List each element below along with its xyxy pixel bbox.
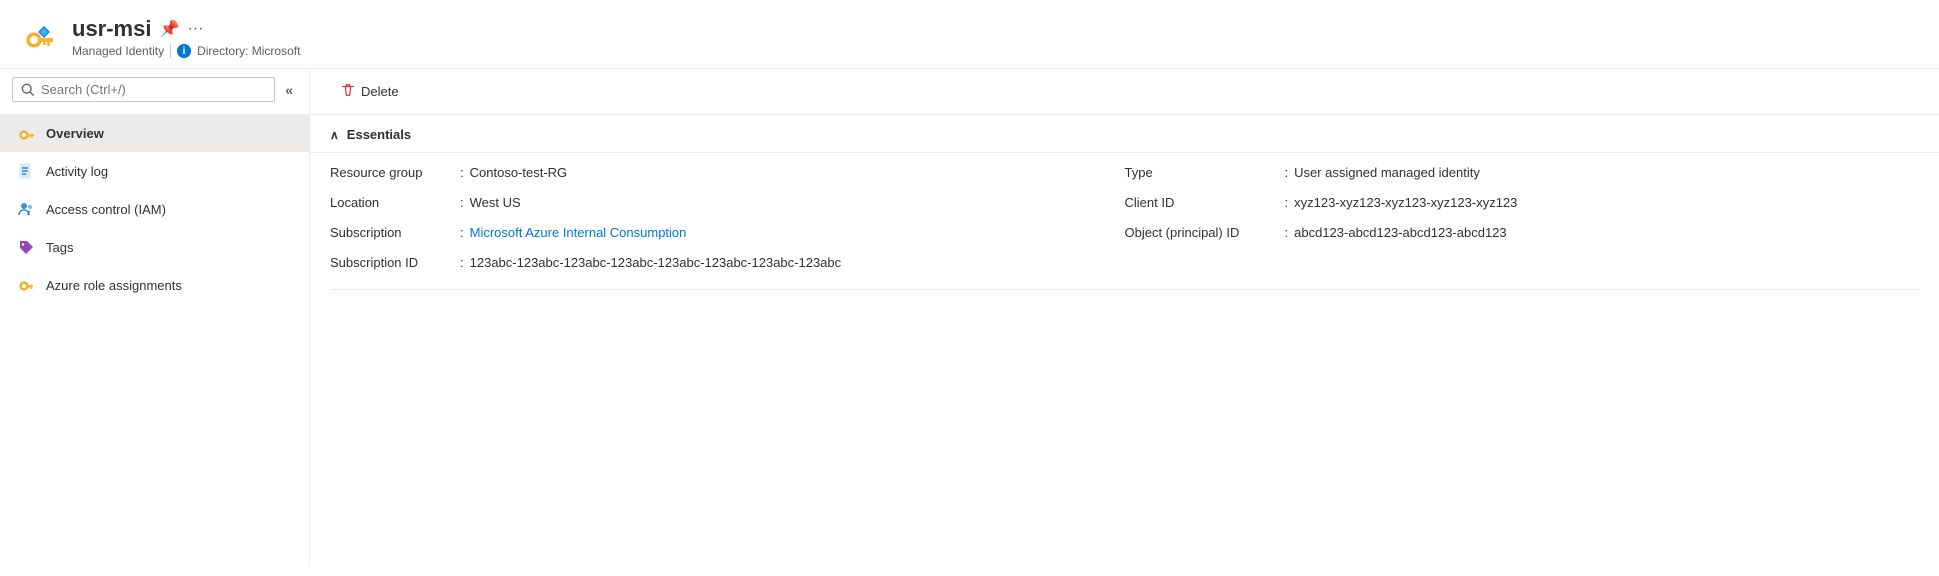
essentials-grid: Resource group : Contoso-test-RG Locatio… xyxy=(310,153,1939,289)
essentials-left-column: Resource group : Contoso-test-RG Locatio… xyxy=(330,165,1125,277)
managed-identity-label: Managed Identity xyxy=(72,44,164,58)
sidebar: « Overview xyxy=(0,69,310,565)
resource-group-label: Resource group xyxy=(330,165,460,180)
overview-icon xyxy=(16,123,36,143)
resource-subtitle: Managed Identity i Directory: Microsoft xyxy=(72,44,300,58)
resource-group-separator: : xyxy=(460,165,464,180)
resource-group-row: Resource group : Contoso-test-RG xyxy=(330,165,1125,187)
sidebar-item-azure-role-assignments[interactable]: Azure role assignments xyxy=(0,266,309,304)
subscription-separator: : xyxy=(460,225,464,240)
subscription-id-label: Subscription ID xyxy=(330,255,460,270)
essentials-section-header: ∧ Essentials xyxy=(310,115,1939,153)
type-value: User assigned managed identity xyxy=(1294,165,1480,180)
type-separator: : xyxy=(1285,165,1289,180)
client-id-row: Client ID : xyz123-xyz123-xyz123-xyz123-… xyxy=(1125,195,1920,217)
collapse-sidebar-button[interactable]: « xyxy=(281,78,297,102)
object-id-label: Object (principal) ID xyxy=(1125,225,1285,240)
search-container: « xyxy=(0,69,309,110)
activity-log-icon xyxy=(16,161,36,181)
essentials-divider xyxy=(330,289,1919,290)
sidebar-item-tags-label: Tags xyxy=(46,240,73,255)
subscription-id-row: Subscription ID : 123abc-123abc-123abc-1… xyxy=(330,255,1125,277)
tags-icon xyxy=(16,237,36,257)
location-separator: : xyxy=(460,195,464,210)
sidebar-item-tags[interactable]: Tags xyxy=(0,228,309,266)
essentials-title: Essentials xyxy=(347,127,411,142)
azure-role-icon xyxy=(16,275,36,295)
essentials-right-column: Type : User assigned managed identity Cl… xyxy=(1125,165,1920,277)
type-label: Type xyxy=(1125,165,1285,180)
client-id-value: xyz123-xyz123-xyz123-xyz123-xyz123 xyxy=(1294,195,1517,210)
sidebar-item-activity-log[interactable]: Activity log xyxy=(0,152,309,190)
subscription-label: Subscription xyxy=(330,225,460,240)
delete-button[interactable]: Delete xyxy=(330,77,410,106)
access-control-icon xyxy=(16,199,36,219)
header-text-group: usr-msi 📌 ··· Managed Identity i Directo… xyxy=(72,16,300,58)
info-icon[interactable]: i xyxy=(177,44,191,58)
search-input[interactable] xyxy=(41,82,266,97)
sidebar-item-overview[interactable]: Overview xyxy=(0,114,309,152)
object-id-row: Object (principal) ID : abcd123-abcd123-… xyxy=(1125,225,1920,247)
client-id-label: Client ID xyxy=(1125,195,1285,210)
sidebar-item-access-control-label: Access control (IAM) xyxy=(46,202,166,217)
object-id-value: abcd123-abcd123-abcd123-abcd123 xyxy=(1294,225,1507,240)
object-id-separator: : xyxy=(1285,225,1289,240)
pin-icon[interactable]: 📌 xyxy=(159,19,179,39)
directory-label: Directory: Microsoft xyxy=(197,44,300,58)
delete-icon xyxy=(341,83,355,100)
delete-label: Delete xyxy=(361,84,399,99)
subscription-id-separator: : xyxy=(460,255,464,270)
subscription-id-value: 123abc-123abc-123abc-123abc-123abc-123ab… xyxy=(470,255,842,270)
subscription-value[interactable]: Microsoft Azure Internal Consumption xyxy=(470,225,687,240)
more-options-icon[interactable]: ··· xyxy=(187,20,203,38)
search-box[interactable] xyxy=(12,77,275,102)
location-value: West US xyxy=(470,195,521,210)
location-label: Location xyxy=(330,195,460,210)
client-id-separator: : xyxy=(1285,195,1289,210)
page-header: usr-msi 📌 ··· Managed Identity i Directo… xyxy=(0,0,1939,69)
sidebar-item-overview-label: Overview xyxy=(46,126,104,141)
resource-title: usr-msi xyxy=(72,16,151,42)
sidebar-item-activity-log-label: Activity log xyxy=(46,164,108,179)
sidebar-item-access-control[interactable]: Access control (IAM) xyxy=(0,190,309,228)
subtitle-divider xyxy=(170,44,171,58)
main-layout: « Overview xyxy=(0,69,1939,565)
location-row: Location : West US xyxy=(330,195,1125,217)
nav-list: Overview Activity log xyxy=(0,110,309,308)
search-icon xyxy=(21,83,35,97)
resource-group-value: Contoso-test-RG xyxy=(470,165,568,180)
toolbar: Delete xyxy=(310,69,1939,115)
subscription-row: Subscription : Microsoft Azure Internal … xyxy=(330,225,1125,247)
chevron-up-icon[interactable]: ∧ xyxy=(330,128,339,142)
type-row: Type : User assigned managed identity xyxy=(1125,165,1920,187)
resource-icon xyxy=(20,18,60,58)
content-area: Delete ∧ Essentials Resource group : Con… xyxy=(310,69,1939,565)
sidebar-item-azure-role-assignments-label: Azure role assignments xyxy=(46,278,182,293)
